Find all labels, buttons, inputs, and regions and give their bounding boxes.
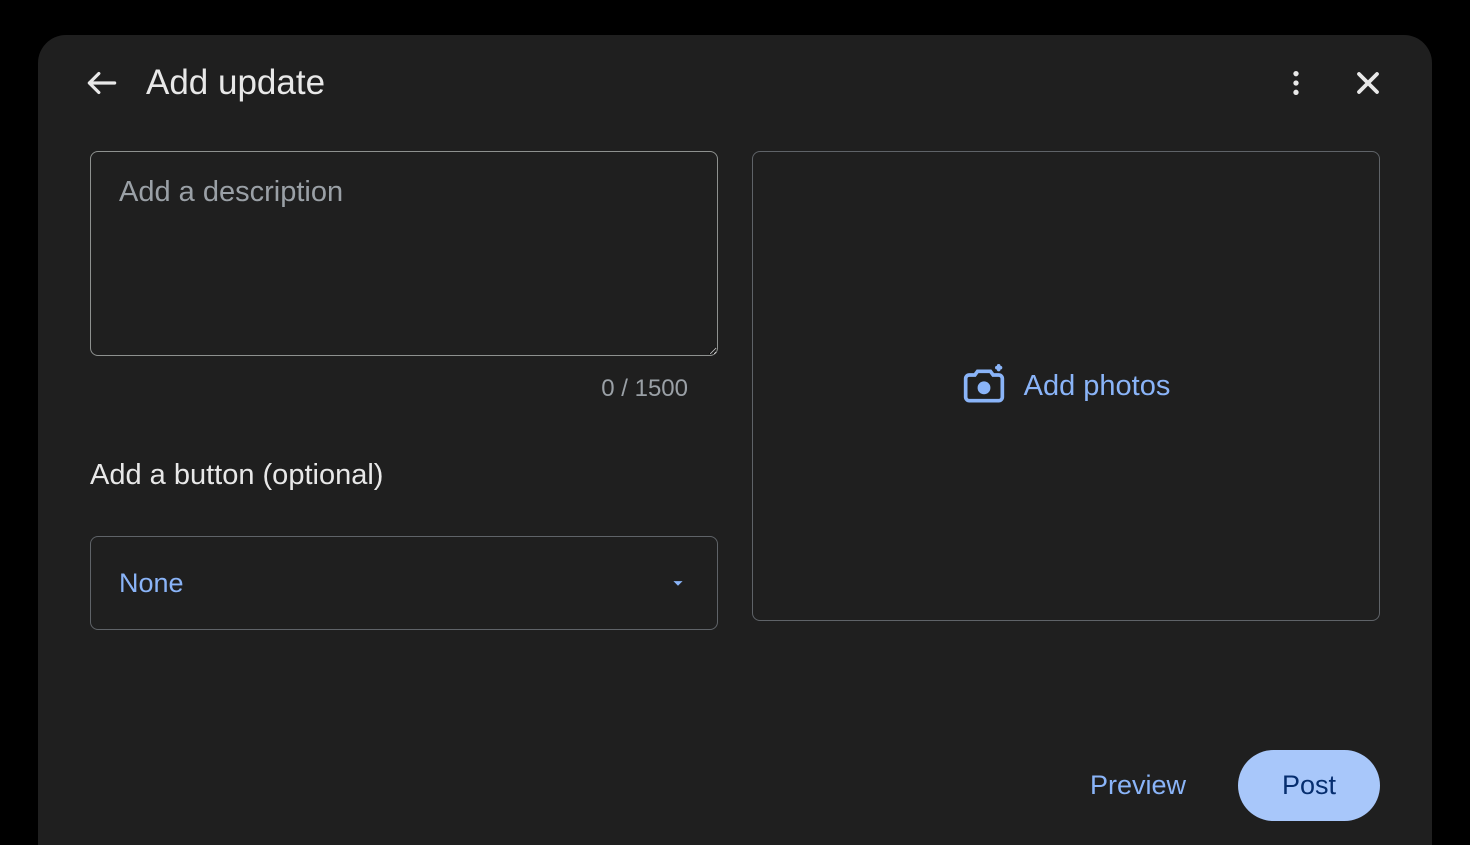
character-counter: 0 / 1500 <box>90 375 718 403</box>
modal-footer: Preview Post <box>1062 750 1380 821</box>
dropdown-arrow-icon <box>667 572 689 594</box>
arrow-back-icon <box>83 64 121 102</box>
add-photos-area[interactable]: Add photos <box>752 151 1380 621</box>
close-icon <box>1350 65 1386 101</box>
more-vert-icon <box>1280 67 1312 99</box>
description-textarea[interactable] <box>90 151 718 356</box>
button-type-dropdown[interactable]: None <box>90 536 718 630</box>
add-update-modal: Add update 0 / 1500 Add a button (option… <box>38 35 1432 845</box>
modal-header: Add update <box>38 35 1432 127</box>
add-photos-label: Add photos <box>1024 370 1171 403</box>
modal-title: Add update <box>146 63 1252 103</box>
dropdown-selected-value: None <box>119 568 184 599</box>
post-button[interactable]: Post <box>1238 750 1380 821</box>
preview-button[interactable]: Preview <box>1062 750 1214 821</box>
add-photo-icon <box>962 364 1006 408</box>
close-button[interactable] <box>1344 59 1392 107</box>
add-button-label: Add a button (optional) <box>90 459 718 492</box>
modal-body: 0 / 1500 Add a button (optional) None Ad… <box>38 127 1432 630</box>
back-button[interactable] <box>78 59 126 107</box>
more-options-button[interactable] <box>1272 59 1320 107</box>
